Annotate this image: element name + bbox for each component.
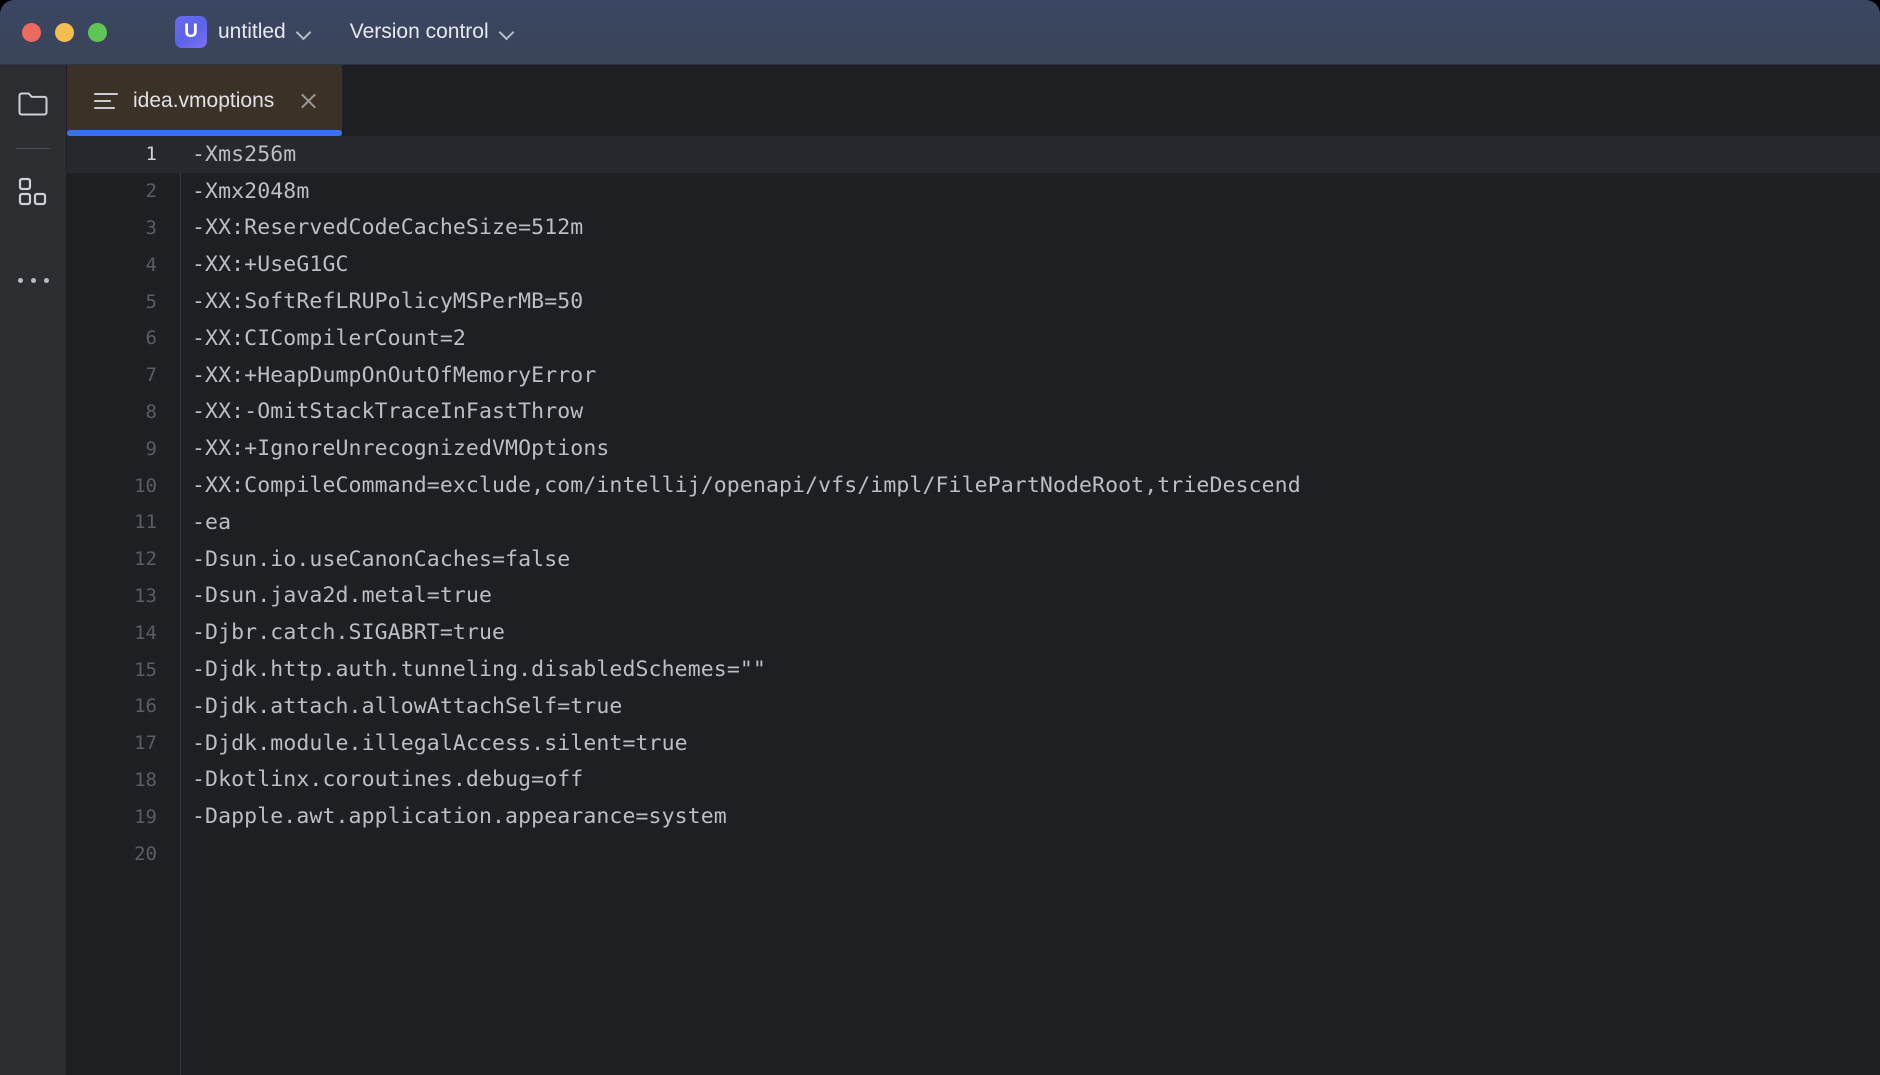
tool-window-rail <box>0 65 67 1075</box>
code-line-text: -Dkotlinx.coroutines.debug=off <box>180 767 1880 792</box>
title-bar: U untitled Version control <box>0 0 1880 65</box>
code-line-text: -Dapple.awt.application.appearance=syste… <box>180 804 1880 829</box>
line-number: 3 <box>67 217 180 239</box>
rail-divider <box>16 148 50 149</box>
line-number: 11 <box>67 511 180 533</box>
minimize-window-button[interactable] <box>55 23 74 42</box>
line-number: 6 <box>67 327 180 349</box>
code-line-row[interactable]: 3-XX:ReservedCodeCacheSize=512m <box>67 210 1880 247</box>
code-line-text: -XX:+HeapDumpOnOutOfMemoryError <box>180 363 1880 388</box>
line-number: 7 <box>67 364 180 386</box>
code-line-text: -Dsun.io.useCanonCaches=false <box>180 547 1880 572</box>
folder-icon <box>18 91 48 117</box>
code-line-text: -Djdk.attach.allowAttachSelf=true <box>180 694 1880 719</box>
line-number: 12 <box>67 548 180 570</box>
line-number: 4 <box>67 254 180 276</box>
code-line-text: -Xmx2048m <box>180 179 1880 204</box>
code-line-text: -XX:CICompilerCount=2 <box>180 326 1880 351</box>
code-line-row[interactable]: 17-Djdk.module.illegalAccess.silent=true <box>67 725 1880 762</box>
code-line-list: 1-Xms256m2-Xmx2048m3-XX:ReservedCodeCach… <box>67 136 1880 872</box>
code-line-text: -XX:SoftRefLRUPolicyMSPerMB=50 <box>180 289 1880 314</box>
tab-idea-vmoptions[interactable]: idea.vmoptions <box>67 65 342 136</box>
code-line-row[interactable]: 18-Dkotlinx.coroutines.debug=off <box>67 762 1880 799</box>
editor-column: idea.vmoptions 1-Xms256m2-Xmx2048m3-XX:R… <box>67 65 1880 1075</box>
typo-underline: Djbr <box>205 620 257 645</box>
line-number: 13 <box>67 585 180 607</box>
code-line-row[interactable]: 15-Djdk.http.auth.tunneling.disabledSche… <box>67 651 1880 688</box>
chevron-down-icon <box>500 25 515 40</box>
code-line-text: -Djbr.catch.SIGABRT=true <box>180 620 1880 645</box>
code-line-row[interactable]: 14-Djbr.catch.SIGABRT=true <box>67 614 1880 651</box>
code-line-row[interactable]: 4-XX:+UseG1GC <box>67 246 1880 283</box>
code-line-row[interactable]: 16-Djdk.attach.allowAttachSelf=true <box>67 688 1880 725</box>
line-number: 2 <box>67 180 180 202</box>
line-number: 5 <box>67 291 180 313</box>
code-line-text: -Djdk.http.auth.tunneling.disabledScheme… <box>180 657 1880 682</box>
code-line-row[interactable]: 13-Dsun.java2d.metal=true <box>67 578 1880 615</box>
code-line-row[interactable]: 11-ea <box>67 504 1880 541</box>
line-number: 1 <box>67 143 180 165</box>
code-line-row[interactable]: 7-XX:+HeapDumpOnOutOfMemoryError <box>67 357 1880 394</box>
typo-underline: Dkotlinx <box>205 767 309 792</box>
project-selector[interactable]: U untitled <box>167 12 320 52</box>
typo-underline: Djdk <box>205 694 257 719</box>
code-line-row[interactable]: 9-XX:+IgnoreUnrecognizedVMOptions <box>67 430 1880 467</box>
line-number: 9 <box>67 438 180 460</box>
plugins-icon <box>18 177 48 207</box>
text-file-icon <box>93 90 119 112</box>
editor-tab-strip: idea.vmoptions <box>67 65 1880 136</box>
code-line-text: -Djdk.module.illegalAccess.silent=true <box>180 731 1880 756</box>
code-line-row[interactable]: 8-XX:-OmitStackTraceInFastThrow <box>67 394 1880 431</box>
code-line-row[interactable]: 5-XX:SoftRefLRUPolicyMSPerMB=50 <box>67 283 1880 320</box>
code-line-text: -XX:+UseG1GC <box>180 252 1880 277</box>
line-number: 17 <box>67 732 180 754</box>
project-name-label: untitled <box>218 20 286 44</box>
maximize-window-button[interactable] <box>88 23 107 42</box>
code-line-text: -XX:+IgnoreUnrecognizedVMOptions <box>180 436 1880 461</box>
line-number: 18 <box>67 769 180 791</box>
typo-underline: Dsun <box>205 547 257 572</box>
code-line-row[interactable]: 19-Dapple.awt.application.appearance=sys… <box>67 798 1880 835</box>
code-line-text: -XX:ReservedCodeCacheSize=512m <box>180 215 1880 240</box>
code-line-text: -XX:CompileCommand=exclude,com/intellij/… <box>180 473 1880 498</box>
close-icon[interactable] <box>298 90 320 112</box>
code-line-row[interactable]: 20 <box>67 835 1880 872</box>
more-icon-dot <box>31 278 36 283</box>
code-line-row[interactable]: 1-Xms256m <box>67 136 1880 173</box>
code-line-text: -XX:-OmitStackTraceInFastThrow <box>180 399 1880 424</box>
code-editor[interactable]: 1-Xms256m2-Xmx2048m3-XX:ReservedCodeCach… <box>67 136 1880 1075</box>
code-line-row[interactable]: 10-XX:CompileCommand=exclude,com/intelli… <box>67 467 1880 504</box>
line-number: 8 <box>67 401 180 423</box>
line-number: 10 <box>67 475 180 497</box>
typo-underline: Dsun <box>205 583 257 608</box>
tab-label: idea.vmoptions <box>133 89 274 113</box>
window-body: idea.vmoptions 1-Xms256m2-Xmx2048m3-XX:R… <box>0 65 1880 1075</box>
close-window-button[interactable] <box>22 23 41 42</box>
code-line-row[interactable]: 2-Xmx2048m <box>67 173 1880 210</box>
code-line-row[interactable]: 12-Dsun.io.useCanonCaches=false <box>67 541 1880 578</box>
project-badge-icon: U <box>175 16 207 48</box>
sidebar-item-project[interactable] <box>10 81 56 127</box>
version-control-label: Version control <box>350 20 489 44</box>
more-icon-dot <box>44 278 49 283</box>
app-window: U untitled Version control <box>0 0 1880 1075</box>
sidebar-item-plugins[interactable] <box>10 169 56 215</box>
line-number: 16 <box>67 695 180 717</box>
window-controls <box>22 23 107 42</box>
code-line-text: -Xms256m <box>180 142 1880 167</box>
line-number: 20 <box>67 843 180 865</box>
chevron-down-icon <box>297 25 312 40</box>
version-control-selector[interactable]: Version control <box>342 16 523 48</box>
typo-underline: Djdk <box>205 657 257 682</box>
line-number: 19 <box>67 806 180 828</box>
code-line-text: -ea <box>180 510 1880 535</box>
line-number: 14 <box>67 622 180 644</box>
more-icon-dot <box>18 278 23 283</box>
code-line-row[interactable]: 6-XX:CICompilerCount=2 <box>67 320 1880 357</box>
code-line-text: -Dsun.java2d.metal=true <box>180 583 1880 608</box>
line-number: 15 <box>67 659 180 681</box>
sidebar-item-more[interactable] <box>18 257 49 303</box>
typo-underline: Djdk <box>205 731 257 756</box>
